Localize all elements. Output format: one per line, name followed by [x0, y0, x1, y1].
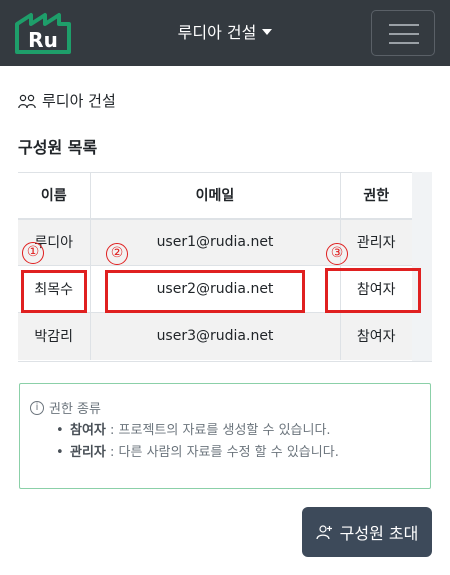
role-list-item: 참여자 : 프로젝트의 자료를 생성할 수 있습니다. — [56, 420, 339, 442]
member-name: 박감리 — [18, 312, 90, 360]
annotation-marker-3: ③ — [326, 243, 348, 265]
highlight-box-email — [105, 270, 305, 313]
info-title-text: 권한 종류 — [49, 402, 101, 417]
member-role[interactable]: 참여자 — [339, 312, 412, 360]
role-description: : 프로젝트의 자료를 생성할 수 있습니다. — [105, 423, 331, 438]
invite-button-label: 구성원 초대 — [339, 524, 419, 543]
team-name: 루디아 건설 — [42, 92, 116, 110]
member-table: 이름 이메일 권한 루디아 user1@rudia.net 관리자 최목수 us… — [18, 172, 412, 360]
caret-down-icon — [262, 29, 273, 35]
team-header: 루디아 건설 — [18, 90, 116, 111]
role-description: : 다른 사람의 자료를 수정 할 수 있습니다. — [105, 445, 339, 460]
person-add-icon — [316, 525, 332, 540]
people-icon — [18, 94, 36, 108]
info-title: i 권한 종류 — [30, 398, 101, 417]
member-email: user3@rudia.net — [89, 312, 340, 360]
invite-member-button[interactable]: 구성원 초대 — [302, 507, 432, 557]
highlight-box-name — [21, 270, 87, 313]
member-email: user1@rudia.net — [89, 218, 340, 266]
table-row[interactable]: 루디아 user1@rudia.net 관리자 — [18, 218, 412, 266]
info-icon: i — [30, 400, 44, 415]
table-header-row: 이름 이메일 권한 — [18, 172, 412, 220]
annotation-marker-1: ① — [22, 242, 44, 264]
top-navbar: Ru 루디아 건설 — [0, 0, 450, 66]
role-list-item: 관리자 : 다른 사람의 자료를 수정 할 수 있습니다. — [56, 442, 339, 464]
role-term: 참여자 — [70, 423, 106, 438]
member-table-container[interactable]: 이름 이메일 권한 루디아 user1@rudia.net 관리자 최목수 us… — [18, 172, 432, 362]
menu-toggle-button[interactable] — [371, 10, 435, 56]
role-term: 관리자 — [70, 445, 106, 460]
column-header-name[interactable]: 이름 — [18, 172, 90, 220]
member-list-title: 구성원 목록 — [18, 138, 98, 157]
column-header-role[interactable]: 권한 — [339, 172, 412, 220]
highlight-box-role — [325, 268, 421, 313]
role-list: 참여자 : 프로젝트의 자료를 생성할 수 있습니다. 관리자 : 다른 사람의… — [56, 420, 339, 464]
member-role[interactable]: 관리자 — [339, 218, 412, 266]
table-row[interactable]: 박감리 user3@rudia.net 참여자 — [18, 312, 412, 360]
annotation-marker-2: ② — [106, 243, 128, 265]
role-info-box: i 권한 종류 참여자 : 프로젝트의 자료를 생성할 수 있습니다. 관리자 … — [19, 383, 431, 489]
horizontal-scroll-area — [412, 172, 432, 361]
project-name: 루디아 건설 — [177, 23, 257, 42]
column-header-email[interactable]: 이메일 — [89, 172, 340, 220]
